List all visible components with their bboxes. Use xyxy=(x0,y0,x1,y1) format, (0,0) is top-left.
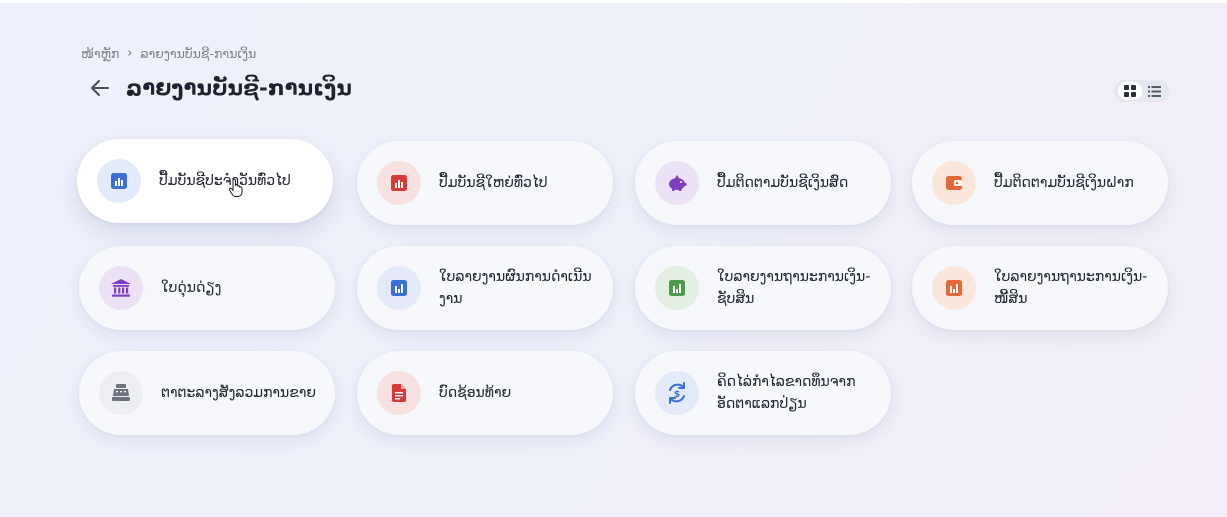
bank-building-icon xyxy=(99,266,143,310)
card-label: ໃບລາຍງານຖານະການເງິນ-ຊັບສິນ xyxy=(717,269,871,307)
card-label: ຄິດໄລ່ກໍາໄລຂາດທຶນຈາກອັດຕາແລກປ່ຽນ xyxy=(717,374,856,412)
bar-chart-icon xyxy=(932,266,976,310)
bar-chart-icon xyxy=(97,159,141,203)
card-label: ບົດຊ້ອນທ້າຍ xyxy=(439,385,512,401)
card-cash-book[interactable]: ປື້ມຕິດຕາມບັນຊີເງິນສົດ xyxy=(635,141,891,225)
card-balance-liabilities[interactable]: ໃບລາຍງານຖານະການເງິນ-ໜີ້ສິນ xyxy=(912,246,1168,330)
card-label: ໃບດຸ່ນດ່ຽງ xyxy=(161,280,222,296)
card-general-journal[interactable]: ປື້ມບັນຊີປະຈໍາວັນທົ່ວໄປ xyxy=(77,139,333,223)
cash-register-icon xyxy=(99,371,143,415)
top-edge xyxy=(0,0,1227,3)
bar-chart-icon xyxy=(377,161,421,205)
card-label: ປື້ມບັນຊີໃຫຍ່ທົ່ວໄປ xyxy=(439,175,548,191)
list-view-icon[interactable] xyxy=(1143,82,1167,100)
card-income-statement[interactable]: ໃບລາຍງານຜົນການດໍາເນີນງານ xyxy=(357,246,613,330)
page-title: ລາຍງານບັນຊີ-ການເງິນ xyxy=(126,76,352,100)
grid-view-icon[interactable] xyxy=(1117,82,1142,100)
card-appendix[interactable]: ບົດຊ້ອນທ້າຍ xyxy=(357,351,613,435)
bar-chart-icon xyxy=(377,266,421,310)
card-label: ຕາຕະລາງສັງລວມການຂາຍ xyxy=(161,385,317,401)
card-label: ປື້ມຕິດຕາມບັນຊີເງິນສົດ xyxy=(717,175,849,191)
bar-chart-icon xyxy=(655,266,699,310)
card-label: ໃບລາຍງານຖານະການເງິນ-ໜີ້ສິນ xyxy=(994,269,1148,307)
card-general-ledger[interactable]: ປື້ມບັນຊີໃຫຍ່ທົ່ວໄປ xyxy=(357,141,613,225)
card-bank-book[interactable]: ປື້ມຕິດຕາມບັນຊີເງິນຝາກ xyxy=(912,141,1168,225)
wallet-icon xyxy=(932,161,976,205)
view-toggle xyxy=(1114,80,1170,102)
card-balance-assets[interactable]: ໃບລາຍງານຖານະການເງິນ-ຊັບສິນ xyxy=(635,246,891,330)
document-icon xyxy=(377,371,421,415)
card-label: ປື້ມຕິດຕາມບັນຊີເງິນຝາກ xyxy=(994,175,1134,191)
card-label: ປື້ມບັນຊີປະຈໍາວັນທົ່ວໄປ xyxy=(159,173,291,189)
card-trial-balance[interactable]: ໃບດຸ່ນດ່ຽງ xyxy=(79,246,335,330)
card-label: ໃບລາຍງານຜົນການດໍາເນີນງານ xyxy=(439,269,592,307)
breadcrumb-current: ລາຍງານບັນຊີ-ການເງິນ xyxy=(140,46,257,61)
breadcrumb-home[interactable]: ໜ້າຫຼັກ xyxy=(81,46,119,61)
card-sales-summary[interactable]: ຕາຕະລາງສັງລວມການຂາຍ xyxy=(79,351,335,435)
breadcrumb: ໜ້າຫຼັກ › ລາຍງານບັນຊີ-ການເງິນ xyxy=(81,46,256,61)
currency-exchange-icon: $ xyxy=(655,371,699,415)
card-fx-gain-loss[interactable]: $ ຄິດໄລ່ກໍາໄລຂາດທຶນຈາກອັດຕາແລກປ່ຽນ xyxy=(635,351,891,435)
svg-text:$: $ xyxy=(674,390,680,400)
back-arrow-icon[interactable] xyxy=(88,76,112,100)
piggy-bank-icon xyxy=(655,161,699,205)
breadcrumb-separator-icon: › xyxy=(127,46,133,61)
